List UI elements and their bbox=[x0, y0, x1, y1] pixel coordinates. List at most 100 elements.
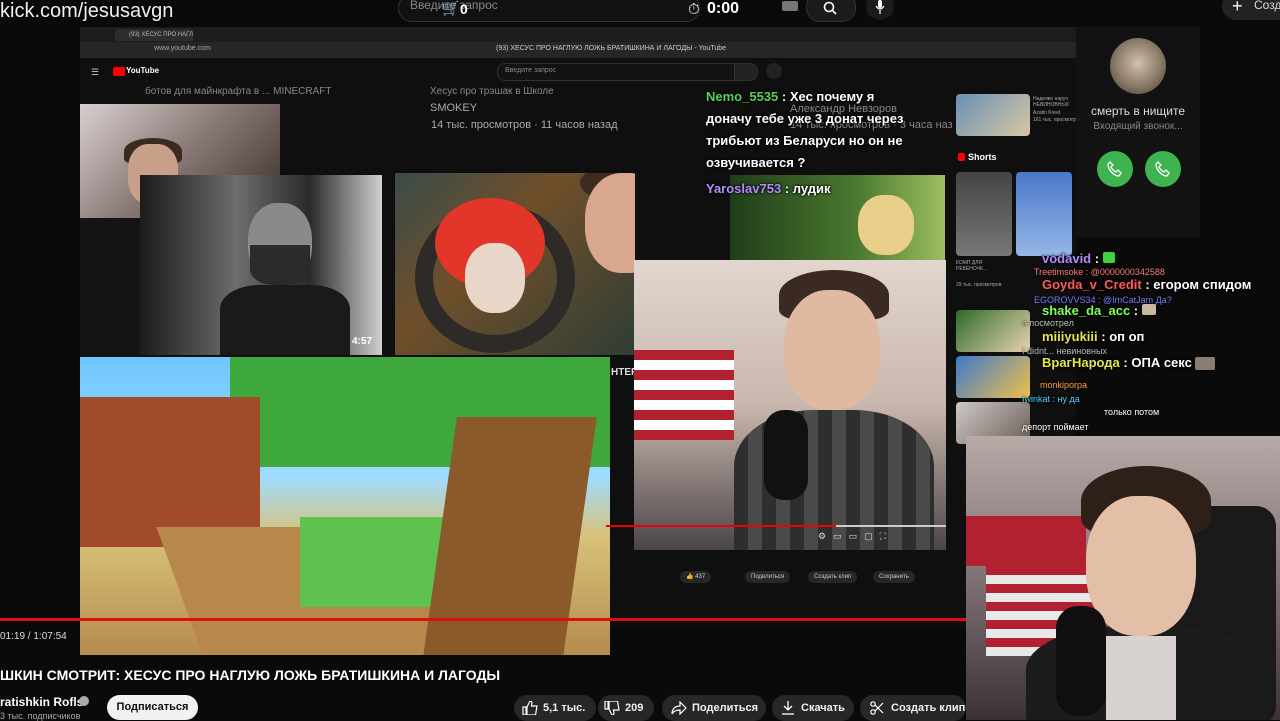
emote-icon bbox=[1102, 252, 1115, 263]
chat-message: shake_da_acc : bbox=[1042, 303, 1156, 318]
shorts-icon bbox=[958, 153, 965, 161]
streamer-facecam bbox=[966, 436, 1280, 720]
like-button[interactable]: 5,1 тыс. bbox=[514, 695, 596, 721]
chat-username: Yaroslav753 bbox=[706, 181, 782, 196]
chat-small-message: я посмотрел bbox=[1022, 318, 1074, 328]
shorts-thumbnail-2[interactable] bbox=[1016, 172, 1072, 256]
chat-message: ВрагНарода : ОПА секс bbox=[1042, 355, 1216, 371]
chat-text: оп оп bbox=[1109, 329, 1145, 344]
mini-like-count: 437 bbox=[695, 574, 706, 580]
video-meta: 14 тыс. просмотров · 11 часов назад bbox=[431, 119, 618, 131]
streamer-video-frame[interactable] bbox=[634, 260, 946, 550]
chat-small-message: Treetimsoke : @0000000342588 bbox=[1034, 267, 1165, 277]
chat-message-cont: озвучивается ? bbox=[706, 155, 806, 170]
chat-message-cont: доначу тебе уже 3 донат через bbox=[706, 111, 904, 126]
top-search-button[interactable] bbox=[806, 0, 856, 22]
keyboard-icon[interactable] bbox=[782, 1, 798, 11]
dislike-button[interactable]: 209 bbox=[598, 695, 654, 721]
chat-username: miiiyukiii bbox=[1042, 329, 1098, 344]
video-duration-badge: 4:57 bbox=[352, 336, 373, 347]
download-icon bbox=[782, 701, 794, 715]
video-channel-name[interactable]: SMOKEY bbox=[430, 102, 477, 114]
sidebar-thumbnail[interactable] bbox=[956, 94, 1030, 136]
call-status: Входящий звонок... bbox=[1093, 121, 1183, 132]
youtube-logo-icon[interactable] bbox=[113, 67, 125, 76]
caller-avatar bbox=[1110, 38, 1166, 94]
cart-count: 0 bbox=[460, 1, 468, 17]
address-url[interactable]: www.youtube.com bbox=[154, 45, 211, 52]
chat-username: ВрагНарода bbox=[1042, 355, 1120, 370]
minecraft-video-frame[interactable] bbox=[80, 357, 610, 655]
youtube-mic-button[interactable] bbox=[766, 63, 782, 79]
chat-message: Goyda_v_Credit : егором спидом bbox=[1042, 277, 1252, 292]
emote-icon bbox=[1195, 357, 1216, 371]
chat-username: shake_da_acc bbox=[1042, 303, 1131, 318]
mini-like-button[interactable]: 👍 437 bbox=[680, 571, 712, 583]
sidebar-thumbnail-2[interactable] bbox=[956, 310, 1030, 352]
channel-name[interactable]: ratishkin Rofls bbox=[0, 695, 83, 709]
shorts-title[interactable]: КОМП ДЛЯ РЕБЁНОЧК... bbox=[956, 260, 1010, 272]
chat-text: лудик bbox=[792, 181, 831, 196]
share-button[interactable]: Поделиться bbox=[662, 695, 766, 721]
chat-small-message: только потом bbox=[1104, 407, 1160, 417]
browser-tab[interactable]: (93) ХЕСУС ПРО НАГЛ bbox=[115, 29, 193, 41]
mini-clip-button[interactable]: Создать клип bbox=[808, 571, 858, 583]
accept-video-call-button[interactable] bbox=[1145, 151, 1181, 187]
thumbs-down-icon bbox=[604, 701, 620, 715]
chat-username: vodavid bbox=[1042, 251, 1092, 266]
chat-username: Nemo_5535 bbox=[706, 89, 779, 104]
inner-player-progress-fill bbox=[606, 525, 836, 527]
mini-share-button[interactable]: Поделиться bbox=[745, 571, 791, 583]
chat-small-message: Iwinkat : ну да bbox=[1022, 394, 1080, 404]
mic-icon bbox=[875, 0, 885, 14]
video-thumbnail-bw[interactable] bbox=[140, 175, 382, 355]
chat-username: Goyda_v_Credit bbox=[1042, 277, 1142, 292]
share-label: Поделиться bbox=[692, 702, 759, 714]
sidebar-video-channel[interactable]: Azatin Kreet bbox=[1033, 110, 1060, 116]
chat-message: Nemo_5535 : Хес почему я bbox=[706, 89, 875, 104]
sidebar-thumbnail-3[interactable] bbox=[956, 356, 1030, 398]
share-icon bbox=[671, 701, 687, 715]
cart-icon[interactable]: 🛒 bbox=[442, 0, 459, 17]
video-title: ШКИН СМОТРИТ: ХЕСУС ПРО НАГЛУЮ ЛОЖЬ БРАТ… bbox=[0, 667, 501, 683]
chat-text: егором спидом bbox=[1153, 277, 1252, 292]
chat-text: Хес почему я bbox=[789, 89, 875, 104]
shorts-views: 29 тыс. просмотров bbox=[956, 282, 1002, 288]
shorts-thumbnail-1[interactable] bbox=[956, 172, 1012, 256]
browser-tab-bar bbox=[80, 27, 1076, 42]
main-progress-fill bbox=[0, 618, 966, 621]
cut-video-title-2: Хесус про трэшак в Школе bbox=[430, 86, 554, 97]
search-icon bbox=[823, 1, 837, 15]
chat-message: miiiyukiii : оп оп bbox=[1042, 329, 1145, 344]
phone-icon bbox=[1107, 161, 1122, 177]
phone-icon-2 bbox=[1155, 161, 1170, 177]
dislike-count: 209 bbox=[625, 702, 644, 714]
menu-icon[interactable]: ☰ bbox=[91, 67, 99, 78]
chat-message: vodavid : bbox=[1042, 251, 1115, 266]
inner-player-controls-icon[interactable]: ⚙▭▭▢⛶ bbox=[818, 531, 893, 542]
shorts-heading: Shorts bbox=[968, 152, 997, 162]
video-thumbnail-clown[interactable] bbox=[395, 173, 635, 355]
thumbs-up-icon bbox=[522, 701, 538, 715]
chat-message: Yaroslav753 : лудик bbox=[706, 181, 831, 196]
mini-save-button[interactable]: Сохранить bbox=[873, 571, 915, 583]
page-title: (93) ХЕСУС ПРО НАГЛУЮ ЛОЖЬ БРАТИШКИНА И … bbox=[496, 45, 727, 52]
emote-icon bbox=[1141, 304, 1156, 315]
chat-small-message: депорт поймает bbox=[1022, 422, 1089, 432]
sidebar-video-meta: 161 тыс. просмотров bbox=[1033, 117, 1082, 123]
sidebar-video-title[interactable]: Надеяво наруч НЕВИНОВНЫХ bbox=[1033, 96, 1075, 108]
thumbnail-dark-area bbox=[80, 218, 140, 357]
cut-video-title: ботов для майнкрафта в ... MINECRAFT bbox=[145, 86, 332, 97]
youtube-logo-text[interactable]: YouTube bbox=[126, 66, 159, 75]
create-clip-button[interactable]: Создать клип bbox=[860, 695, 966, 721]
youtube-search-button[interactable] bbox=[734, 63, 758, 81]
accept-call-button[interactable] bbox=[1097, 151, 1133, 187]
subscribe-button[interactable]: Подписаться bbox=[107, 695, 198, 720]
youtube-search-placeholder: Введите запрос bbox=[505, 67, 557, 74]
timer-icon: ⏱ bbox=[688, 1, 700, 18]
verified-icon bbox=[79, 696, 89, 706]
download-label: Скачать bbox=[801, 702, 845, 714]
top-mic-button[interactable] bbox=[866, 0, 894, 20]
plus-icon: + bbox=[1232, 0, 1243, 16]
download-button[interactable]: Скачать bbox=[772, 695, 854, 721]
